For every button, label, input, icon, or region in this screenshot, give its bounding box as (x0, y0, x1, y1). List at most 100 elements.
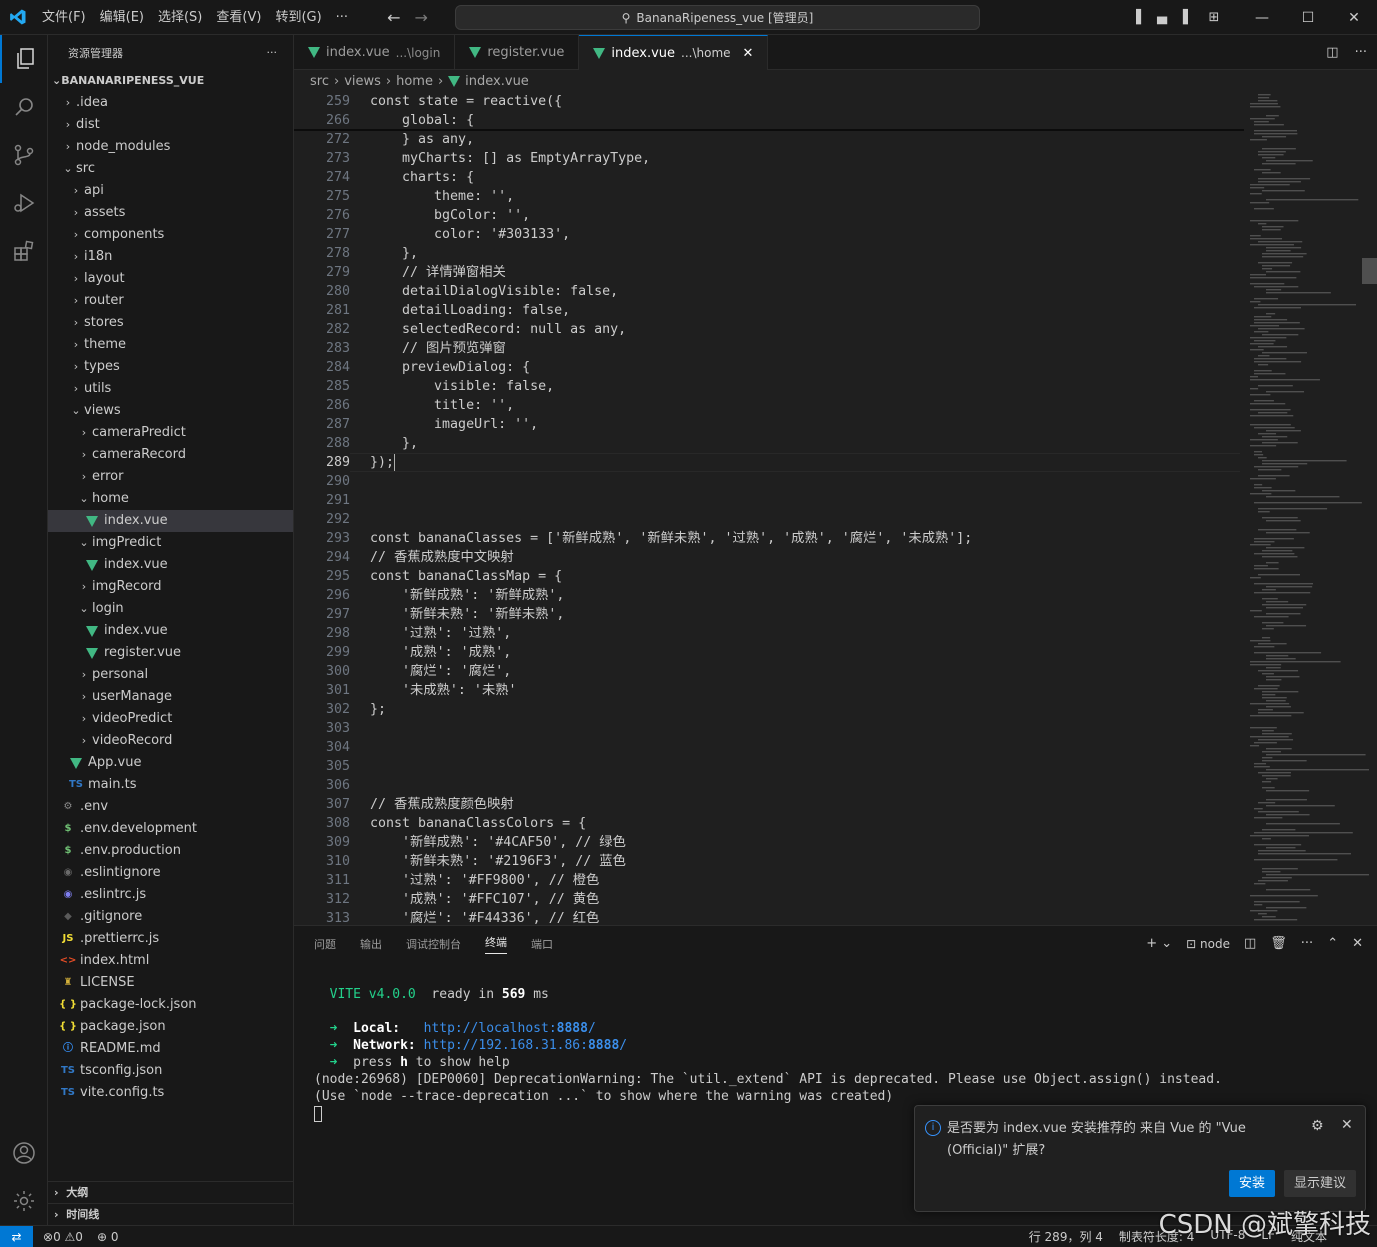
tree-file[interactable]: ⓘ README.md (48, 1038, 293, 1060)
tree-file[interactable]: <> index.html (48, 950, 293, 972)
tree-folder[interactable]: › cameraRecord (48, 444, 293, 466)
breadcrumb-item[interactable]: src (310, 74, 329, 89)
cursor-position[interactable]: 行 289，列 4 (1029, 1228, 1103, 1245)
code-line[interactable]: '成熟': '成熟', (370, 643, 511, 662)
code-line[interactable]: '未成熟': '未熟' (370, 681, 517, 700)
panel-tab[interactable]: 终端 (485, 934, 507, 954)
code-line[interactable]: // 图片预览弹窗 (370, 339, 506, 358)
tree-folder[interactable]: › imgRecord (48, 576, 293, 598)
ports-status[interactable]: ⊕ 0 (97, 1230, 119, 1244)
code-line[interactable]: // 详情弹窗相关 (370, 263, 506, 282)
back-arrow-icon[interactable]: ← (387, 8, 400, 27)
workspace-root-folder[interactable]: ⌄BANANARIPENESS_VUE (48, 70, 293, 92)
tree-file[interactable]: { } package.json (48, 1016, 293, 1038)
tree-folder[interactable]: › stores (48, 312, 293, 334)
code-line[interactable]: '新鲜未熟': '#2196F3', // 蓝色 (370, 852, 626, 871)
local-url[interactable]: http://localhost:8888/ (424, 1021, 596, 1036)
code-line[interactable]: myCharts: [] as EmptyArrayType, (370, 149, 650, 168)
terminal-instance[interactable]: ⊡ node (1186, 937, 1230, 951)
maximize-window-icon[interactable]: ☐ (1285, 10, 1331, 26)
settings-gear-icon[interactable] (0, 1177, 48, 1225)
outline-section[interactable]: › 大纲 (48, 1181, 294, 1203)
split-editor-icon[interactable]: ◫ (1326, 45, 1338, 60)
tree-file[interactable]: TS main.ts (48, 774, 293, 796)
tree-file[interactable]: register.vue (48, 642, 293, 664)
menu-item[interactable]: 文件(F) (35, 0, 93, 35)
tree-folder[interactable]: › cameraPredict (48, 422, 293, 444)
close-panel-icon[interactable]: ✕ (1352, 936, 1363, 951)
minimap[interactable] (1244, 92, 1377, 925)
code-line[interactable]: bgColor: '', (370, 206, 530, 225)
tree-file[interactable]: JS .prettierrc.js (48, 928, 293, 950)
tree-file[interactable]: App.vue (48, 752, 293, 774)
code-line[interactable]: global: { (370, 111, 474, 130)
timeline-section[interactable]: › 时间线 (48, 1203, 294, 1225)
code-line[interactable]: '过熟': '#FF9800', // 橙色 (370, 871, 599, 890)
menu-item[interactable]: 查看(V) (209, 0, 268, 35)
code-editor[interactable]: 259 const state = reactive({266 global: {… (294, 92, 1244, 925)
toggle-secondary-sidebar-icon[interactable]: ▌ (1175, 10, 1201, 25)
explorer-more-actions-icon[interactable]: ··· (267, 46, 278, 59)
tree-folder[interactable]: › userManage (48, 686, 293, 708)
problems-status[interactable]: ⊗0 ⚠0 (43, 1230, 83, 1244)
menu-item[interactable]: ··· (329, 0, 355, 35)
editor-more-actions-icon[interactable]: ··· (1355, 45, 1367, 60)
code-line[interactable]: '腐烂': '腐烂', (370, 662, 511, 681)
maximize-panel-chevron-up-icon[interactable]: ⌃ (1327, 936, 1338, 951)
tree-folder[interactable]: › dist (48, 114, 293, 136)
tree-file[interactable]: index.vue (48, 510, 293, 532)
show-recommendations-button[interactable]: 显示建议 (1284, 1170, 1356, 1197)
tree-folder[interactable]: › api (48, 180, 293, 202)
forward-arrow-icon[interactable]: → (414, 8, 427, 27)
code-line[interactable]: const bananaClasses = ['新鲜成熟', '新鲜未熟', '… (370, 529, 972, 548)
tree-folder[interactable]: ⌄ home (48, 488, 293, 510)
code-line[interactable]: // 香蕉成熟度中文映射 (370, 548, 514, 567)
tree-file[interactable]: ◉ .eslintrc.js (48, 884, 293, 906)
explorer-icon[interactable] (0, 35, 48, 83)
tree-folder[interactable]: › utils (48, 378, 293, 400)
tree-folder[interactable]: › node_modules (48, 136, 293, 158)
panel-tab[interactable]: 问题 (314, 936, 336, 952)
command-center-search[interactable]: ⚲ BananaRipeness_vue [管理员] (455, 5, 980, 30)
code-line[interactable]: const bananaClassMap = { (370, 567, 562, 586)
code-line[interactable]: '新鲜未熟': '新鲜未熟', (370, 605, 564, 624)
install-button[interactable]: 安装 (1229, 1170, 1275, 1197)
remote-indicator-icon[interactable]: ⇄ (0, 1225, 33, 1247)
tree-file[interactable]: ◉ .eslintignore (48, 862, 293, 884)
minimap-scroll-slider[interactable] (1362, 258, 1377, 284)
account-icon[interactable] (0, 1129, 48, 1177)
code-line[interactable]: title: '', (370, 396, 514, 415)
code-line[interactable]: }, (370, 244, 418, 263)
code-line[interactable]: const state = reactive({ (370, 92, 562, 111)
breadcrumb-item[interactable]: home (396, 74, 433, 89)
source-control-icon[interactable] (0, 131, 48, 179)
menu-item[interactable]: 选择(S) (151, 0, 209, 35)
close-window-icon[interactable]: ✕ (1331, 10, 1377, 26)
code-line[interactable]: }, (370, 434, 418, 453)
close-tab-icon[interactable]: ✕ (743, 46, 754, 61)
code-line[interactable]: '新鲜成熟': '新鲜成熟', (370, 586, 564, 605)
tree-folder[interactable]: › error (48, 466, 293, 488)
toggle-sidebar-icon[interactable]: ▐ (1123, 10, 1149, 25)
panel-tab[interactable]: 调试控制台 (406, 936, 461, 952)
tree-folder[interactable]: ⌄ views (48, 400, 293, 422)
tree-folder[interactable]: › videoRecord (48, 730, 293, 752)
tree-file[interactable]: TS vite.config.ts (48, 1082, 293, 1104)
tree-file[interactable]: ⚙ .env (48, 796, 293, 818)
new-terminal-plus-icon[interactable]: + ⌄ (1146, 936, 1172, 951)
tree-file[interactable]: ♜ LICENSE (48, 972, 293, 994)
terminal-output[interactable]: VITE v4.0.0 ready in 569 ms ➜ Local: htt… (314, 986, 1222, 1122)
tree-folder[interactable]: › videoPredict (48, 708, 293, 730)
editor-tab[interactable]: register.vue (455, 35, 580, 70)
code-line[interactable]: imageUrl: '', (370, 415, 538, 434)
minimize-window-icon[interactable]: — (1239, 10, 1285, 26)
tree-folder[interactable]: › i18n (48, 246, 293, 268)
tree-folder[interactable]: › theme (48, 334, 293, 356)
menu-item[interactable]: 编辑(E) (93, 0, 151, 35)
tree-file[interactable]: TS tsconfig.json (48, 1060, 293, 1082)
notification-close-icon[interactable]: ✕ (1341, 1117, 1353, 1133)
code-line[interactable]: detailLoading: false, (370, 301, 570, 320)
code-line[interactable]: '成熟': '#FFC107', // 黄色 (370, 890, 599, 909)
code-line[interactable]: detailDialogVisible: false, (370, 282, 618, 301)
customize-layout-icon[interactable]: ⊞ (1201, 10, 1227, 25)
